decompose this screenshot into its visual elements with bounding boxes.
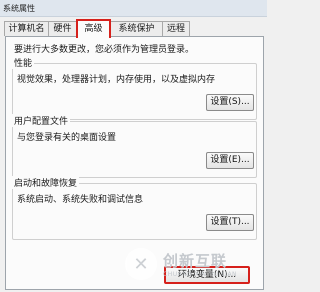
user-profiles-title: 用户配置文件	[12, 114, 71, 127]
performance-title: 性能	[12, 56, 35, 69]
startup-recovery-title: 启动和故障恢复	[12, 176, 80, 189]
tab-system-protection[interactable]: 系统保护	[110, 21, 163, 36]
window-title: 系统属性	[3, 4, 35, 13]
performance-description: 视觉效果，处理器计划，内存使用，以及虚拟内存	[17, 75, 216, 85]
performance-settings-button[interactable]: 设置(S)...	[206, 94, 254, 111]
user-profiles-group: 用户配置文件 与您登录有关的桌面设置 设置(E)...	[12, 114, 257, 178]
tab-advanced[interactable]: 高级	[76, 19, 111, 38]
startup-recovery-group: 启动和故障恢复 系统启动、系统失败和调试信息 设置(T)...	[12, 176, 257, 240]
user-profiles-settings-button[interactable]: 设置(E)...	[206, 152, 254, 169]
tab-computer-name[interactable]: 计算机名	[4, 21, 49, 36]
logo-text-cn: 创新互联	[163, 252, 228, 270]
watermark-logo: ✕ 创新互联 CHUANG XIN HU LIAN	[125, 242, 263, 286]
startup-recovery-description: 系统启动、系统失败和调试信息	[17, 195, 144, 205]
performance-group: 性能 视觉效果，处理器计划，内存使用，以及虚拟内存 设置(S)...	[12, 56, 257, 120]
tab-remote[interactable]: 远程	[162, 21, 190, 36]
admin-notice: 要进行大多数更改，您必须作为管理员登录。	[14, 45, 195, 55]
startup-recovery-settings-button[interactable]: 设置(T)...	[206, 214, 254, 231]
title-bar: 系统属性	[0, 0, 267, 17]
logo-text-en: CHUANG XIN HU LIAN	[163, 271, 238, 278]
user-profiles-description: 与您登录有关的桌面设置	[17, 133, 117, 143]
tab-hardware[interactable]: 硬件	[48, 21, 77, 36]
logo-icon: ✕	[125, 248, 157, 280]
